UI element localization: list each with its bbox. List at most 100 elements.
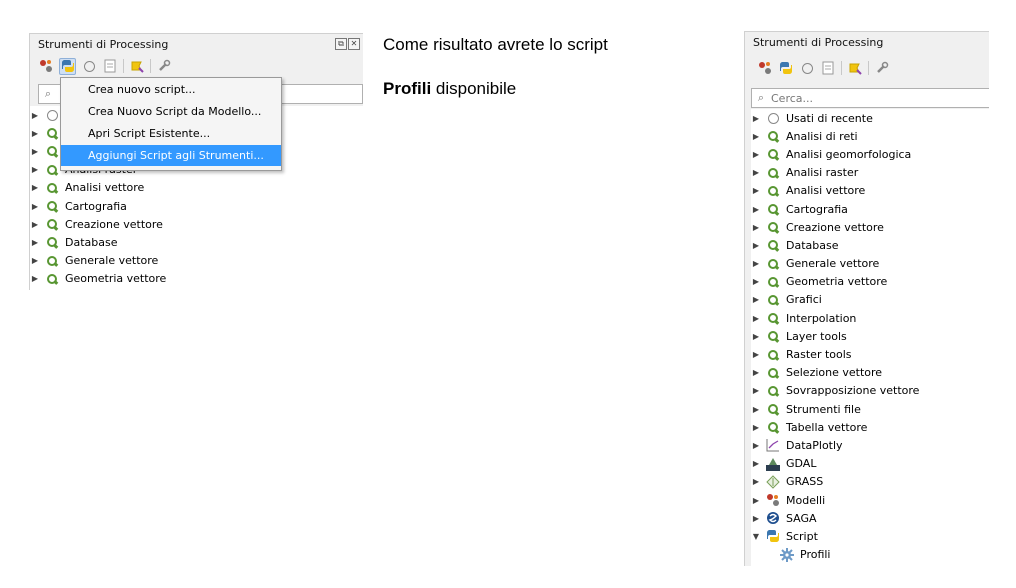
- close-panel-button[interactable]: ✕: [348, 38, 360, 50]
- tree-item[interactable]: ▶ Database: [30, 233, 363, 251]
- edit-icon[interactable]: [129, 58, 145, 74]
- expand-arrow-icon[interactable]: ▶: [30, 147, 40, 156]
- menu-item-open-existing-script[interactable]: Apri Script Esistente...: [61, 123, 281, 144]
- tree-item[interactable]: ▶Grafici: [751, 291, 989, 309]
- expand-arrow-icon[interactable]: ▶: [751, 114, 761, 123]
- expand-arrow-icon[interactable]: ▶: [751, 405, 761, 414]
- expand-arrow-icon[interactable]: ▶: [751, 259, 761, 268]
- tree-item[interactable]: ▶Grafici: [30, 288, 363, 290]
- collapse-arrow-icon[interactable]: ▼: [751, 532, 761, 541]
- tree-item[interactable]: ▶ Analisi di reti: [751, 127, 989, 145]
- history-icon[interactable]: [81, 58, 97, 74]
- tree-item[interactable]: ▶ Layer tools: [751, 327, 989, 345]
- float-panel-button[interactable]: ⧉: [335, 38, 347, 50]
- python-icon[interactable]: [59, 57, 76, 75]
- results-icon[interactable]: [102, 58, 118, 74]
- expand-arrow-icon[interactable]: ▶: [751, 477, 761, 486]
- expand-arrow-icon[interactable]: ▶: [751, 496, 761, 505]
- expand-arrow-icon[interactable]: ▶: [751, 295, 761, 304]
- tree-item-label: GRASS: [786, 475, 824, 489]
- tree-item[interactable]: ▶ Creazione vettore: [751, 218, 989, 236]
- tree-item-label: DataPlotly: [786, 438, 843, 452]
- menu-item-add-script-to-toolbox[interactable]: Aggiungi Script agli Strumenti...: [61, 145, 281, 166]
- tree-item[interactable]: ▶ Usati di recente: [751, 109, 989, 127]
- tree-item-child[interactable]: Profili: [751, 546, 989, 564]
- expand-arrow-icon[interactable]: ▶: [751, 223, 761, 232]
- tree-item[interactable]: ▶ DataPlotly: [751, 436, 989, 454]
- tree-item[interactable]: ▶ SAGA: [751, 509, 989, 527]
- tree-item[interactable]: ▶ Raster tools: [751, 345, 989, 363]
- expand-arrow-icon[interactable]: ▶: [751, 186, 761, 195]
- expand-arrow-icon[interactable]: ▶: [751, 168, 761, 177]
- edit-icon[interactable]: [847, 60, 863, 76]
- models-icon[interactable]: [757, 60, 773, 76]
- menu-item-create-script-from-template[interactable]: Crea Nuovo Script da Modello...: [61, 101, 281, 122]
- expand-arrow-icon[interactable]: ▶: [30, 238, 40, 247]
- tree-item[interactable]: ▶ Analisi vettore: [30, 179, 363, 197]
- wrench-icon[interactable]: [874, 60, 890, 76]
- expand-arrow-icon[interactable]: ▶: [30, 165, 40, 174]
- tree-item[interactable]: ▶ Generale vettore: [751, 255, 989, 273]
- caption-bold-word: Profili: [383, 79, 432, 98]
- menu-item-create-new-script[interactable]: Crea nuovo script...: [61, 79, 281, 100]
- tree-item[interactable]: ▶ GDAL: [751, 455, 989, 473]
- processing-toolbar: [757, 58, 890, 78]
- tree-item[interactable]: ▶ Analisi geomorfologica: [751, 145, 989, 163]
- expand-arrow-icon[interactable]: ▶: [751, 277, 761, 286]
- expand-arrow-icon[interactable]: ▶: [30, 202, 40, 211]
- expand-arrow-icon[interactable]: ▶: [751, 441, 761, 450]
- expand-arrow-icon[interactable]: ▶: [30, 274, 40, 283]
- tree-item[interactable]: ▶ Analisi vettore: [751, 182, 989, 200]
- expand-arrow-icon[interactable]: ▶: [30, 256, 40, 265]
- qgis-icon: [45, 163, 59, 177]
- python-script-menu: Crea nuovo script... Crea Nuovo Script d…: [60, 77, 282, 171]
- tree-item-label: Sovrapposizione vettore: [786, 384, 920, 398]
- caption-rest: disponibile: [431, 79, 517, 98]
- expand-arrow-icon[interactable]: ▶: [751, 205, 761, 214]
- expand-arrow-icon[interactable]: ▶: [751, 332, 761, 341]
- expand-arrow-icon[interactable]: ▶: [751, 132, 761, 141]
- processing-toolbar: [38, 56, 172, 76]
- tree-item[interactable]: ▶ Analisi raster: [751, 164, 989, 182]
- expand-arrow-icon[interactable]: ▶: [751, 368, 761, 377]
- tree-item[interactable]: ▶ Creazione vettore: [30, 215, 363, 233]
- tree-item[interactable]: ▶ Interpolation: [751, 309, 989, 327]
- expand-arrow-icon[interactable]: ▶: [30, 183, 40, 192]
- tree-item[interactable]: ▶ Modelli: [751, 491, 989, 509]
- expand-arrow-icon[interactable]: ▶: [30, 220, 40, 229]
- tree-item[interactable]: ▼ Script: [751, 527, 989, 545]
- tree-item[interactable]: ▶ GRASS: [751, 473, 989, 491]
- expand-arrow-icon[interactable]: ▶: [751, 514, 761, 523]
- expand-arrow-icon[interactable]: ▶: [30, 129, 40, 138]
- tree-item[interactable]: ▶ Generale vettore: [30, 252, 363, 270]
- expand-arrow-icon[interactable]: ▶: [30, 111, 40, 120]
- tree-item[interactable]: ▶ Cartografia: [751, 200, 989, 218]
- results-icon[interactable]: [820, 60, 836, 76]
- wrench-icon[interactable]: [156, 58, 172, 74]
- expand-arrow-icon[interactable]: ▶: [751, 150, 761, 159]
- tree-item[interactable]: ▶ Geometria vettore: [751, 273, 989, 291]
- expand-arrow-icon[interactable]: ▶: [751, 423, 761, 432]
- expand-arrow-icon[interactable]: ▶: [751, 350, 761, 359]
- expand-arrow-icon[interactable]: ▶: [751, 241, 761, 250]
- tree-item[interactable]: ▶ Geometria vettore: [30, 270, 363, 288]
- qgis-icon: [766, 220, 780, 234]
- tree-item[interactable]: ▶ Strumenti file: [751, 400, 989, 418]
- clock-icon: [766, 111, 780, 125]
- tree-item[interactable]: ▶ Database: [751, 236, 989, 254]
- tree-item-label: Analisi di reti: [786, 129, 858, 143]
- qgis-icon: [766, 257, 780, 271]
- tree-item[interactable]: ▶ Sovrapposizione vettore: [751, 382, 989, 400]
- models-icon[interactable]: [38, 58, 54, 74]
- python-icon[interactable]: [778, 60, 794, 76]
- history-icon[interactable]: [799, 60, 815, 76]
- tree-item[interactable]: ▶ Selezione vettore: [751, 364, 989, 382]
- qgis-icon: [45, 199, 59, 213]
- expand-arrow-icon[interactable]: ▶: [751, 386, 761, 395]
- search-input[interactable]: ⌕ Cerca...: [751, 88, 989, 108]
- expand-arrow-icon[interactable]: ▶: [751, 314, 761, 323]
- tree-item[interactable]: ▶ Tabella vettore: [751, 418, 989, 436]
- tree-item[interactable]: ▶ Cartografia: [30, 197, 363, 215]
- expand-arrow-icon[interactable]: ▶: [751, 459, 761, 468]
- qgis-icon: [766, 147, 780, 161]
